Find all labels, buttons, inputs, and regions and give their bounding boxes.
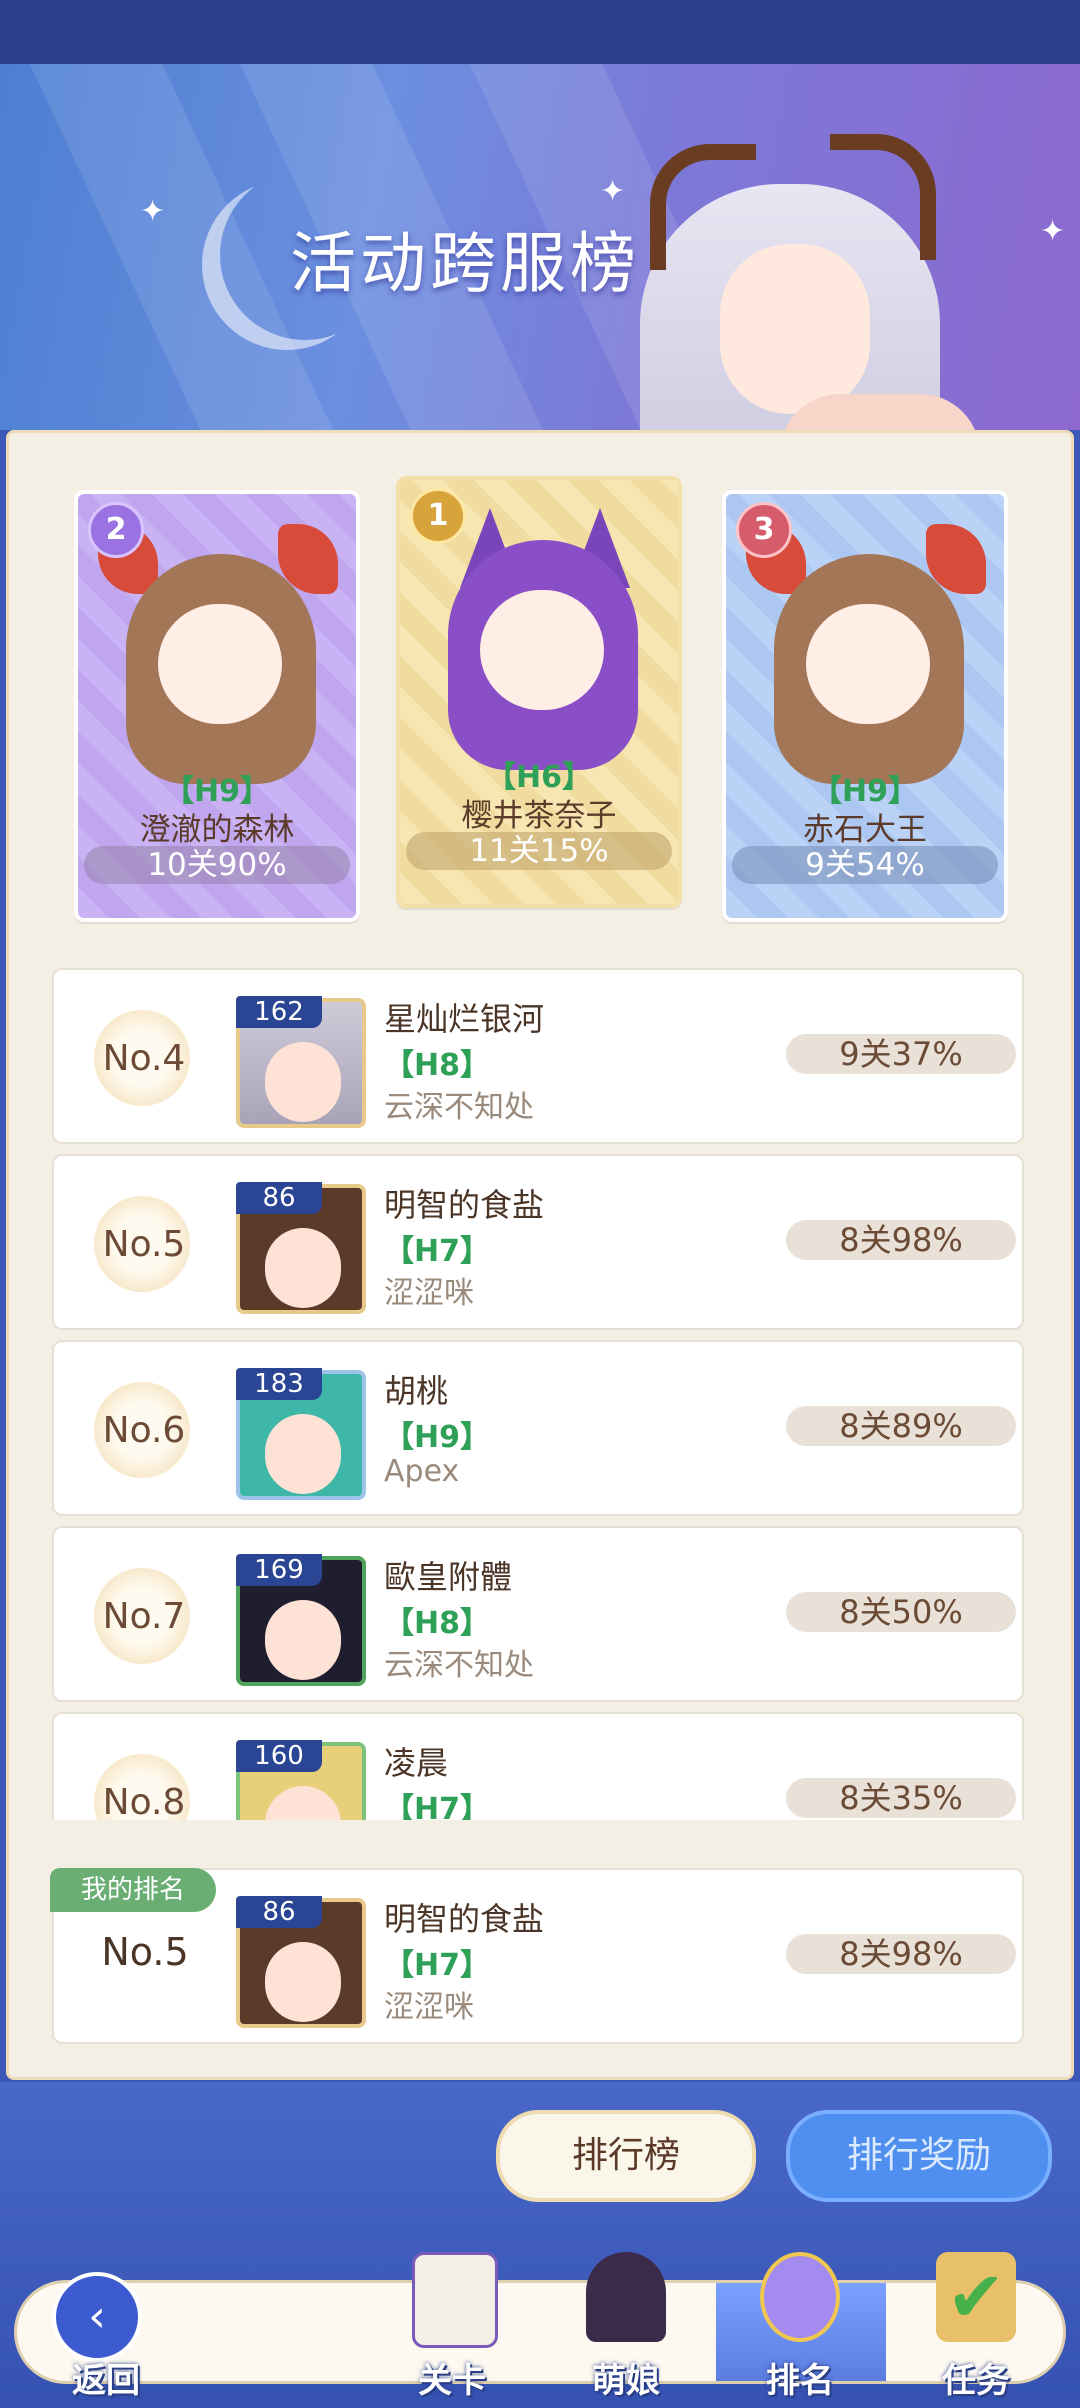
podium-card-first[interactable]: 1 【H6】 樱井茶奈子 11关15% xyxy=(396,476,682,908)
checkmark-scroll-icon: ✔ xyxy=(936,2252,1016,2342)
player-progress: 11关15% xyxy=(406,832,672,870)
avatar-level: 160 xyxy=(236,1740,322,1772)
rank-number: No.5 xyxy=(102,1224,186,1265)
sparkle-icon: ✦ xyxy=(1040,214,1066,249)
player-level: 【H9】 xyxy=(384,1420,490,1455)
status-bar xyxy=(0,0,1080,64)
ranking-row[interactable]: No.4 162 星灿烂银河 【H8】 云深不知处 9关37% xyxy=(52,968,1024,1144)
avatar-level: 183 xyxy=(236,1368,322,1400)
my-rank-tag: 我的排名 xyxy=(50,1868,216,1912)
player-progress: 9关37% xyxy=(786,1034,1016,1074)
player-name: 澄澈的森林 xyxy=(139,812,295,848)
back-icon: ‹ xyxy=(52,2272,142,2362)
player-level: 【H8】 xyxy=(384,1606,490,1641)
player-progress: 8关50% xyxy=(786,1592,1016,1632)
nav-tab-girls[interactable]: 萌娘 xyxy=(566,2252,686,2402)
leaderboard-button[interactable]: 排行榜 xyxy=(496,2110,756,2202)
nav-label: 返回 xyxy=(72,2361,140,2401)
guild-name: 云深不知处 xyxy=(384,1090,534,1125)
nav-label: 排名 xyxy=(766,2361,834,2401)
player-level: 【H7】 xyxy=(384,1234,490,1269)
ranking-row[interactable]: No.7 169 歐皇附體 【H8】 云深不知处 8关50% xyxy=(52,1526,1024,1702)
character-face xyxy=(720,244,870,414)
ranking-list[interactable]: No.4 162 星灿烂银河 【H8】 云深不知处 9关37% No.5 86 … xyxy=(52,968,1024,1820)
girl-icon xyxy=(586,2252,666,2342)
character-face xyxy=(480,590,604,710)
ranking-row[interactable]: No.5 86 明智的食盐 【H7】 涩涩咪 8关98% xyxy=(52,1154,1024,1330)
player-level: 【H7】 xyxy=(384,1792,490,1820)
rank-medal-icon: 1 xyxy=(410,488,466,544)
star-medal-icon xyxy=(760,2252,840,2342)
nav-label: 萌娘 xyxy=(592,2361,660,2401)
rank-number: No.4 xyxy=(102,1038,186,1079)
guild-name: 涩涩咪 xyxy=(384,1276,474,1311)
rank-reward-button[interactable]: 排行奖励 xyxy=(786,2110,1052,2202)
my-rank-number: No.5 xyxy=(101,1930,189,1974)
player-name: 赤石大王 xyxy=(803,812,927,848)
avatar-level: 169 xyxy=(236,1554,322,1586)
player-name: 明智的食盐 xyxy=(384,1900,545,1938)
player-progress: 8关98% xyxy=(786,1220,1016,1260)
back-button[interactable]: ‹ 返回 xyxy=(46,2252,166,2402)
player-name: 歐皇附體 xyxy=(384,1558,513,1596)
castle-icon xyxy=(412,2252,498,2348)
character-face xyxy=(806,604,930,724)
antler-decoration xyxy=(830,134,936,260)
player-level: 【H7】 xyxy=(384,1948,490,1983)
player-name: 明智的食盐 xyxy=(384,1186,545,1224)
rank-number: No.8 xyxy=(102,1782,186,1820)
player-progress: 8关35% xyxy=(786,1778,1016,1818)
rank-number: No.6 xyxy=(102,1410,186,1451)
ranking-row[interactable]: No.6 183 胡桃 【H9】 Apex 8关89% xyxy=(52,1340,1024,1516)
page-title: 活动跨服榜 xyxy=(290,225,640,302)
player-progress: 8关89% xyxy=(786,1406,1016,1446)
nav-label: 关卡 xyxy=(418,2361,486,2401)
guild-name: 云深不知处 xyxy=(384,1648,534,1683)
ranking-row[interactable]: No.8 160 凌晨 【H7】 8关35% xyxy=(52,1712,1024,1820)
podium-card-second[interactable]: 2 【H9】 澄澈的森林 10关90% xyxy=(74,490,360,922)
podium-card-third[interactable]: 3 【H9】 赤石大王 9关54% xyxy=(722,490,1008,922)
nav-tab-ranking[interactable]: 排名 xyxy=(740,2252,860,2402)
avatar-level: 86 xyxy=(236,1896,322,1928)
rank-medal-icon: 2 xyxy=(88,502,144,558)
sparkle-icon: ✦ xyxy=(600,174,626,209)
player-progress: 8关98% xyxy=(786,1934,1016,1974)
avatar-level: 162 xyxy=(236,996,322,1028)
nav-tab-level[interactable]: 关卡 xyxy=(392,2252,512,2402)
antler-decoration xyxy=(650,144,756,270)
player-progress: 10关90% xyxy=(84,846,350,884)
guild-name: 涩涩咪 xyxy=(384,1990,474,2025)
nav-tab-tasks[interactable]: ✔ 任务 xyxy=(916,2252,1036,2402)
player-level: 【H8】 xyxy=(384,1048,490,1083)
player-name: 樱井茶奈子 xyxy=(461,798,617,834)
nav-label: 任务 xyxy=(942,2361,1010,2401)
guild-name: Apex xyxy=(384,1454,460,1489)
avatar-level: 86 xyxy=(236,1182,322,1214)
rank-medal-icon: 3 xyxy=(736,502,792,558)
player-progress: 9关54% xyxy=(732,846,998,884)
player-name: 凌晨 xyxy=(384,1744,449,1782)
sparkle-icon: ✦ xyxy=(140,194,166,229)
player-name: 星灿烂银河 xyxy=(384,1000,545,1038)
rank-number: No.7 xyxy=(102,1596,186,1637)
bottom-nav-bar xyxy=(14,2280,1066,2384)
player-name: 胡桃 xyxy=(384,1372,449,1410)
character-face xyxy=(158,604,282,724)
